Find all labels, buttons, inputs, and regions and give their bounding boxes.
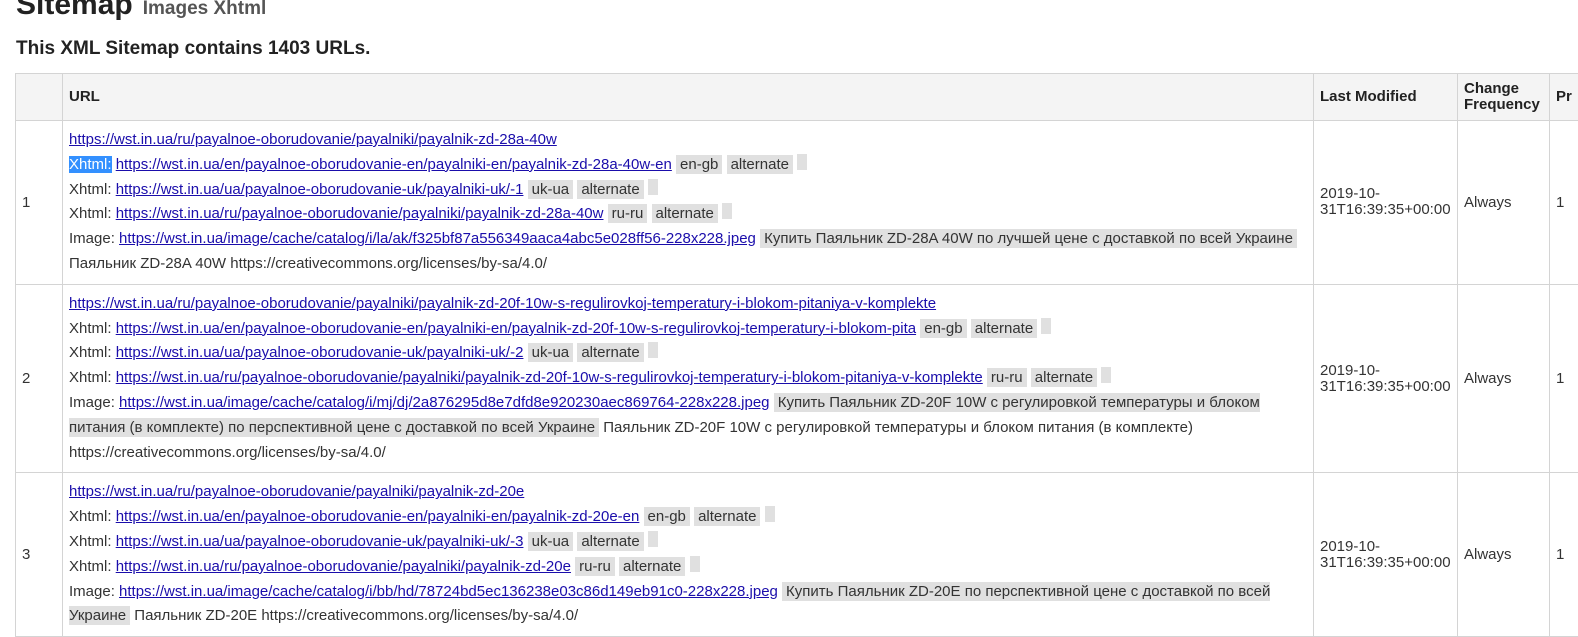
rel-badge: alternate: [1031, 368, 1097, 387]
xhtml-link[interactable]: https://wst.in.ua/ru/payalnoe-oborudovan…: [116, 369, 983, 386]
sitemap-summary: This XML Sitemap contains 1403 URLs.: [16, 38, 370, 60]
image-caption: Купить Паяльник ZD-28A 40W по лучшей цен…: [760, 229, 1297, 248]
image-link[interactable]: https://wst.in.ua/image/cache/catalog/i/…: [119, 394, 770, 411]
rel-badge: alternate: [577, 180, 643, 199]
xhtml-label: Xhtml:: [69, 181, 112, 198]
url-cell: https://wst.in.ua/ru/payalnoe-oborudovan…: [63, 473, 1314, 637]
image-label: Image:: [69, 394, 115, 411]
header-last-modified[interactable]: Last Modified: [1314, 74, 1458, 121]
xhtml-label: Xhtml:: [69, 320, 112, 337]
subtitle-text: Images Xhtml: [143, 0, 267, 19]
hreflang-badge: en-gb: [676, 155, 722, 174]
row-index: 2: [16, 284, 63, 473]
change-frequency-cell: Always: [1458, 473, 1550, 637]
page-title: Sitemap Images Xhtml: [16, 0, 266, 22]
lastmod-time: 31T16:39:35+00:00: [1320, 201, 1451, 218]
image-label: Image:: [69, 230, 115, 247]
hreflang-badge: ru-ru: [987, 368, 1027, 387]
image-link[interactable]: https://wst.in.ua/image/cache/catalog/i/…: [119, 583, 778, 600]
xhtml-label: Xhtml:: [69, 344, 112, 361]
rel-badge: alternate: [577, 343, 643, 362]
empty-badge: [1041, 318, 1051, 334]
xhtml-link[interactable]: https://wst.in.ua/en/payalnoe-oborudovan…: [116, 320, 916, 337]
image-license: https://creativecommons.org/licenses/by-…: [230, 255, 547, 272]
loc-link[interactable]: https://wst.in.ua/ru/payalnoe-oborudovan…: [69, 483, 524, 500]
url-cell: https://wst.in.ua/ru/payalnoe-oborudovan…: [63, 284, 1314, 473]
rel-badge: alternate: [577, 532, 643, 551]
header-index: [16, 74, 63, 121]
empty-badge: [648, 531, 658, 547]
row-index: 1: [16, 121, 63, 285]
loc-link[interactable]: https://wst.in.ua/ru/payalnoe-oborudovan…: [69, 295, 936, 312]
empty-badge: [648, 179, 658, 195]
empty-badge: [648, 342, 658, 358]
xhtml-link[interactable]: https://wst.in.ua/en/payalnoe-oborudovan…: [116, 508, 640, 525]
rel-badge: alternate: [727, 155, 793, 174]
hreflang-badge: uk-ua: [528, 532, 574, 551]
xhtml-link[interactable]: https://wst.in.ua/ua/payalnoe-oborudovan…: [116, 533, 524, 550]
hreflang-badge: ru-ru: [575, 557, 615, 576]
xhtml-link[interactable]: https://wst.in.ua/ru/payalnoe-oborudovan…: [116, 205, 604, 222]
url-cell: https://wst.in.ua/ru/payalnoe-oborudovan…: [63, 121, 1314, 285]
empty-badge: [1101, 367, 1111, 383]
xhtml-link[interactable]: https://wst.in.ua/en/payalnoe-oborudovan…: [116, 156, 672, 173]
table-row: 2 https://wst.in.ua/ru/payalnoe-oborudov…: [16, 284, 1578, 473]
priority-cell: 1: [1550, 473, 1578, 637]
last-modified-cell: 2019-10-31T16:39:35+00:00: [1314, 473, 1458, 637]
xhtml-label-selected: Xhtml:: [69, 156, 112, 173]
xhtml-label: Xhtml:: [69, 558, 112, 575]
image-license: https://creativecommons.org/licenses/by-…: [261, 607, 578, 624]
empty-badge: [722, 203, 732, 219]
empty-badge: [690, 556, 700, 572]
last-modified-cell: 2019-10-31T16:39:35+00:00: [1314, 121, 1458, 285]
lastmod-date: 2019-10-: [1320, 185, 1380, 202]
header-url[interactable]: URL: [63, 74, 1314, 121]
image-title: Паяльник ZD-20E: [134, 607, 257, 624]
table-header-row: URL Last Modified Change Frequency Pr: [16, 74, 1578, 121]
hreflang-badge: uk-ua: [528, 180, 574, 199]
empty-badge: [765, 506, 775, 522]
table-row: 3 https://wst.in.ua/ru/payalnoe-oborudov…: [16, 473, 1578, 637]
lastmod-date: 2019-10-: [1320, 362, 1380, 379]
xhtml-label: Xhtml:: [69, 369, 112, 386]
loc-link[interactable]: https://wst.in.ua/ru/payalnoe-oborudovan…: [69, 131, 557, 148]
rel-badge: alternate: [694, 507, 760, 526]
empty-badge: [797, 154, 807, 170]
priority-cell: 1: [1550, 121, 1578, 285]
rel-badge: alternate: [652, 204, 718, 223]
image-title: Паяльник ZD-20F 10W с регулировкой темпе…: [603, 419, 1193, 436]
hreflang-badge: uk-ua: [528, 343, 574, 362]
rel-badge: alternate: [971, 319, 1037, 338]
change-frequency-cell: Always: [1458, 284, 1550, 473]
image-label: Image:: [69, 583, 115, 600]
last-modified-cell: 2019-10-31T16:39:35+00:00: [1314, 284, 1458, 473]
lastmod-time: 31T16:39:35+00:00: [1320, 378, 1451, 395]
rel-badge: alternate: [619, 557, 685, 576]
lastmod-time: 31T16:39:35+00:00: [1320, 554, 1451, 571]
row-index: 3: [16, 473, 63, 637]
title-text: Sitemap: [16, 0, 133, 21]
header-priority[interactable]: Pr: [1550, 74, 1578, 121]
lastmod-date: 2019-10-: [1320, 538, 1380, 555]
image-license: https://creativecommons.org/licenses/by-…: [69, 444, 386, 461]
change-frequency-cell: Always: [1458, 121, 1550, 285]
priority-cell: 1: [1550, 284, 1578, 473]
hreflang-badge: en-gb: [644, 507, 690, 526]
hreflang-badge: ru-ru: [608, 204, 648, 223]
image-link[interactable]: https://wst.in.ua/image/cache/catalog/i/…: [119, 230, 756, 247]
table-row: 1 https://wst.in.ua/ru/payalnoe-oborudov…: [16, 121, 1578, 285]
sitemap-table: URL Last Modified Change Frequency Pr 1 …: [15, 73, 1578, 637]
xhtml-label: Xhtml:: [69, 508, 112, 525]
header-change-frequency[interactable]: Change Frequency: [1458, 74, 1550, 121]
hreflang-badge: en-gb: [920, 319, 966, 338]
xhtml-link[interactable]: https://wst.in.ua/ua/payalnoe-oborudovan…: [116, 181, 524, 198]
xhtml-link[interactable]: https://wst.in.ua/ua/payalnoe-oborudovan…: [116, 344, 524, 361]
image-title: Паяльник ZD-28A 40W: [69, 255, 226, 272]
xhtml-label: Xhtml:: [69, 205, 112, 222]
xhtml-label: Xhtml:: [69, 533, 112, 550]
xhtml-link[interactable]: https://wst.in.ua/ru/payalnoe-oborudovan…: [116, 558, 571, 575]
